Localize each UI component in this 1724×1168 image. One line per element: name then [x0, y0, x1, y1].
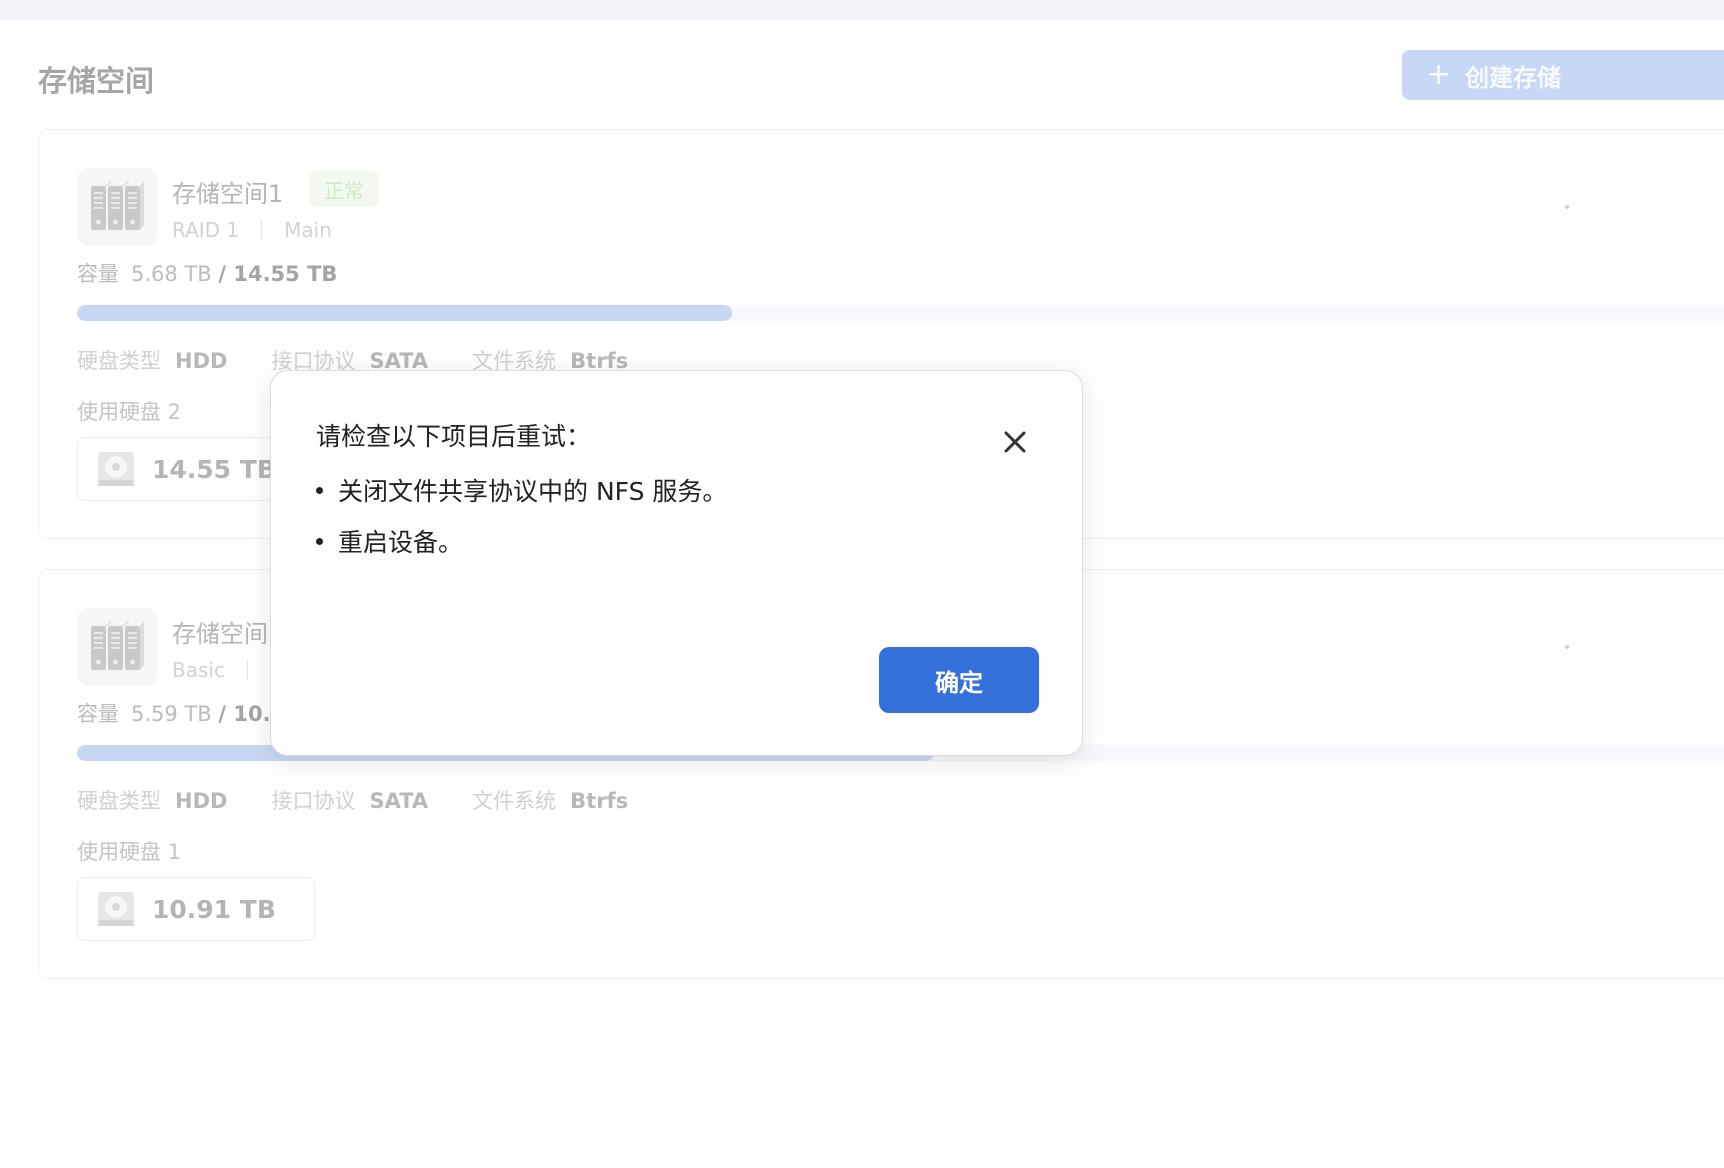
checklist-item-text: 重启设备。 — [338, 528, 464, 557]
error-dialog: 请检查以下项目后重试： 关闭文件共享协议中的 NFS 服务。 重启设备。 确定 — [270, 370, 1083, 756]
checklist-item: 重启设备。 — [316, 524, 727, 558]
checklist-item-text: 关闭文件共享协议中的 NFS 服务。 — [338, 477, 728, 506]
bullet — [316, 486, 323, 494]
checklist-item: 关闭文件共享协议中的 NFS 服务。 — [316, 473, 727, 507]
close-icon[interactable] — [1000, 427, 1030, 457]
bullet — [316, 537, 323, 545]
confirm-button[interactable]: 确定 — [879, 647, 1039, 713]
dialog-title: 请检查以下项目后重试： — [316, 422, 592, 451]
checklist: 关闭文件共享协议中的 NFS 服务。 重启设备。 — [316, 473, 727, 575]
